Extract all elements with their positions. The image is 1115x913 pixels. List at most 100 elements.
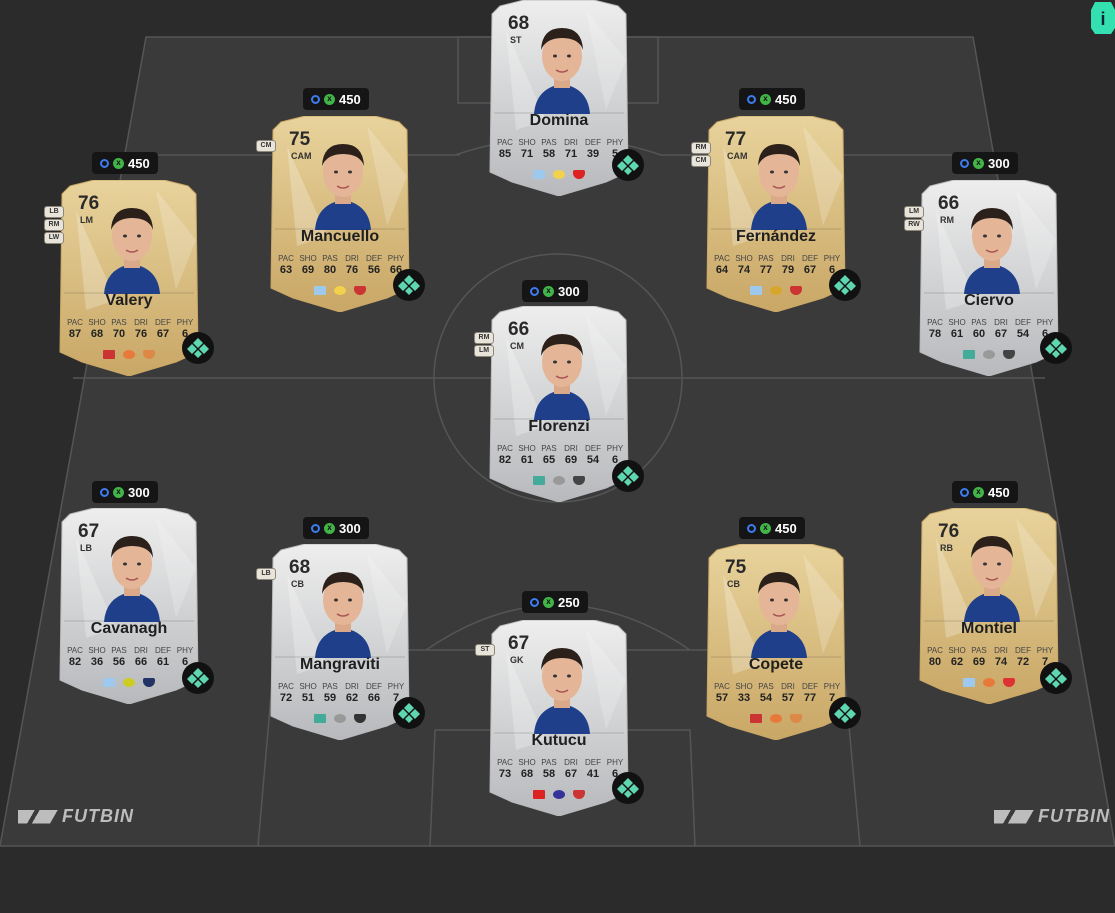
stat-4: DEF 54 [582, 444, 604, 467]
stat-0: PAC 73 [494, 758, 516, 781]
player-photo [534, 648, 590, 734]
league-logo-icon [553, 170, 565, 179]
stat-value: 63 [279, 264, 293, 276]
stat-label: PAS [758, 254, 774, 263]
stat-0: PAC 80 [924, 646, 946, 669]
player-photo [104, 208, 160, 294]
player-card-copete[interactable]: 75 CB Copete PAC 57 SHO 33 PAS 54 DRI 57 DEF 77 PH… [703, 544, 849, 740]
stat-1: SHO 71 [516, 138, 538, 161]
player-rating: 67 [508, 633, 530, 654]
xbox-icon: x [113, 486, 124, 498]
stat-label: PAS [111, 318, 127, 327]
player-rating: 77 [725, 129, 747, 150]
stat-4: DEF 54 [1012, 318, 1034, 341]
player-stats: PAC 80 SHO 62 PAS 69 DRI 74 DEF 72 PHY 7 [924, 646, 1056, 669]
chemistry-icon [829, 269, 861, 301]
player-card-mangraviti[interactable]: 68 CB Mangraviti PAC 72 SHO 51 PAS 59 DRI 62 DEF… [256, 544, 413, 740]
nation-flag-icon [963, 678, 975, 687]
stat-label: PAC [714, 682, 730, 691]
playstation-icon [960, 487, 969, 497]
nation-flag-icon [750, 286, 762, 295]
stat-value: 72 [1016, 656, 1030, 668]
nation-flag-icon [103, 678, 115, 687]
stat-label: PHY [823, 254, 841, 263]
alt-positions: RM LM [474, 332, 494, 357]
chemistry-icon [182, 332, 214, 364]
stat-3: DRI 74 [990, 646, 1012, 669]
player-card-fernandez[interactable]: 77 CAM Fernández PAC 64 SHO 74 PAS 77 DRI 79 DEF… [691, 116, 849, 312]
alt-position-badge: LB [256, 568, 276, 580]
stat-value: 56 [367, 264, 381, 276]
info-glyph: i [1100, 9, 1105, 29]
price-value: 300 [988, 155, 1010, 171]
stat-2: PAS 60 [968, 318, 990, 341]
player-rating: 68 [508, 13, 530, 34]
stat-2: PAS 56 [108, 646, 130, 669]
alt-positions: LB [256, 568, 276, 580]
stat-3: DRI 57 [777, 682, 799, 705]
player-rating: 75 [289, 129, 311, 150]
stat-2: PAS 70 [108, 318, 130, 341]
stat-value: 77 [803, 692, 817, 704]
stat-value: 54 [759, 692, 773, 704]
stat-4: DEF 66 [363, 682, 385, 705]
stat-4: DEF 41 [582, 758, 604, 781]
stat-value: 74 [994, 656, 1008, 668]
stat-value: 57 [715, 692, 729, 704]
player-name: Montiel [961, 620, 1017, 637]
price-value: 250 [558, 594, 580, 610]
player-position: CAM [291, 151, 312, 161]
player-card-mancuello[interactable]: 75 CAM Mancuello PAC 63 SHO 69 PAS 80 DRI 76 DEF… [256, 116, 413, 312]
stat-label: DEF [585, 138, 601, 147]
player-stats: PAC 72 SHO 51 PAS 59 DRI 62 DEF 66 PHY 7 [275, 682, 407, 705]
price-tag-valery: x 450 [92, 152, 158, 174]
stat-value: 51 [301, 692, 315, 704]
player-card-domina[interactable]: 68 ST Domina PAC 85 SHO 71 PAS 58 DRI 71 DEF 39 PH… [486, 0, 632, 196]
stat-value: 68 [90, 328, 104, 340]
alt-position-badge: RM [474, 332, 494, 344]
player-card-florenzi[interactable]: 66 CM Florenzi PAC 82 SHO 61 PAS 65 DRI 69 DEF 54… [474, 306, 632, 502]
info-icon[interactable]: i [1091, 0, 1115, 36]
alt-position-badge: RM [44, 219, 64, 231]
stat-label: PHY [387, 254, 405, 263]
stat-3: DRI 71 [560, 138, 582, 161]
futbin-logo-left: FUTBIN [18, 806, 134, 827]
stat-label: SHO [88, 646, 106, 655]
stat-label: PAC [67, 646, 83, 655]
stat-0: PAC 78 [924, 318, 946, 341]
price-value: 300 [128, 484, 150, 500]
stat-1: SHO 68 [516, 758, 538, 781]
club-crest-icon [354, 286, 366, 295]
player-position: CAM [727, 151, 748, 161]
price-tag-ciervo: x 300 [952, 152, 1018, 174]
stat-label: DRI [564, 444, 578, 453]
club-crest-icon [1003, 350, 1015, 359]
stat-value: 54 [1016, 328, 1030, 340]
stat-value: 76 [134, 328, 148, 340]
stat-0: PAC 82 [494, 444, 516, 467]
chemistry-icon [1040, 662, 1072, 694]
stat-label: PAC [278, 254, 294, 263]
stat-label: PAS [111, 646, 127, 655]
club-crest-icon [143, 350, 155, 359]
player-card-cavanagh[interactable]: 67 LB Cavanagh PAC 82 SHO 36 PAS 56 DRI 66 DEF 61… [56, 508, 202, 704]
player-photo [751, 572, 807, 658]
player-position: CM [510, 341, 524, 351]
player-photo [104, 536, 160, 622]
price-value: 450 [339, 91, 361, 107]
stat-label: PAS [541, 444, 557, 453]
stat-value: 71 [564, 148, 578, 160]
player-stats: PAC 64 SHO 74 PAS 77 DRI 79 DEF 67 PHY 6 [711, 254, 843, 277]
stat-value: 61 [950, 328, 964, 340]
player-position: LM [80, 215, 93, 225]
stat-label: PAS [541, 138, 557, 147]
stat-1: SHO 68 [86, 318, 108, 341]
stat-label: PHY [606, 444, 624, 453]
stat-1: SHO 61 [946, 318, 968, 341]
stat-value: 59 [323, 692, 337, 704]
player-photo [964, 536, 1020, 622]
player-card-valery[interactable]: 76 LM Valery PAC 87 SHO 68 PAS 70 DRI 76 DEF 67 PH… [44, 180, 202, 376]
chemistry-icon [393, 269, 425, 301]
player-card-kutucu[interactable]: 67 GK Kutucu PAC 73 SHO 68 PAS 58 DRI 67 DEF 41 PH… [475, 620, 632, 816]
stat-value: 66 [134, 656, 148, 668]
